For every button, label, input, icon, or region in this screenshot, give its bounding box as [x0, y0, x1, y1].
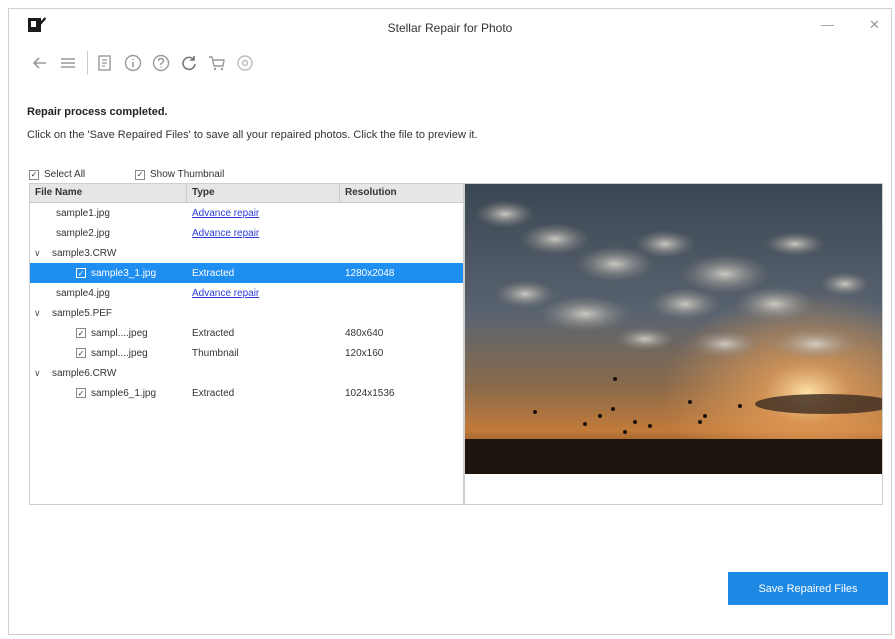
file-name: sampl....jpeg: [91, 327, 148, 339]
back-arrow-icon[interactable]: [27, 50, 53, 76]
info-icon[interactable]: [120, 50, 146, 76]
save-repaired-files-button[interactable]: Save Repaired Files: [728, 572, 888, 605]
advance-repair-link[interactable]: Advance repair: [192, 228, 259, 239]
column-header-file-name[interactable]: File Name: [30, 184, 187, 202]
table-row[interactable]: sample4.jpg Advance repair: [30, 283, 463, 303]
help-icon[interactable]: [148, 50, 174, 76]
advance-repair-link[interactable]: Advance repair: [192, 288, 259, 299]
status-heading: Repair process completed.: [27, 106, 168, 118]
row-checkbox[interactable]: ✓: [76, 328, 86, 338]
file-name: sample5.PEF: [52, 307, 113, 319]
select-all-checkbox[interactable]: ✓ Select All: [29, 169, 85, 180]
show-thumbnail-label: Show Thumbnail: [150, 169, 225, 180]
file-type: Extracted: [192, 327, 235, 339]
app-window: Stellar Repair for Photo — ✕ Repair proc…: [8, 8, 892, 635]
table-row-selected[interactable]: ✓ sample3_1.jpg Extracted 1280x2048: [30, 263, 463, 283]
table-row[interactable]: ✓ sampl....jpeg Thumbnail 120x160: [30, 343, 463, 363]
file-list: File Name Type Resolution sample1.jpg Ad…: [29, 183, 464, 505]
preview-image: [465, 184, 882, 474]
refresh-icon[interactable]: [176, 50, 202, 76]
file-list-header: File Name Type Resolution: [30, 184, 463, 203]
file-name: sample4.jpg: [56, 287, 110, 299]
row-checkbox[interactable]: ✓: [76, 388, 86, 398]
resolution-value: 120x160: [345, 347, 384, 359]
file-type: Extracted: [192, 267, 235, 279]
column-header-type[interactable]: Type: [187, 184, 340, 202]
resolution-value: 1024x1536: [345, 387, 395, 399]
checkbox-icon: ✓: [29, 169, 39, 180]
file-type: Extracted: [192, 387, 235, 399]
file-name: sample1.jpg: [56, 207, 110, 219]
file-type: Thumbnail: [192, 347, 239, 359]
menu-icon[interactable]: [55, 50, 81, 76]
table-row-group[interactable]: ∨ sample6.CRW: [30, 363, 463, 383]
resolution-value: 1280x2048: [345, 267, 395, 279]
toolbar: [27, 49, 260, 77]
settings-icon[interactable]: [232, 50, 258, 76]
row-checkbox[interactable]: ✓: [76, 268, 86, 278]
minimize-button[interactable]: —: [821, 17, 834, 32]
cart-icon[interactable]: [204, 50, 230, 76]
title-bar: Stellar Repair for Photo — ✕: [9, 9, 891, 45]
toolbar-divider: [87, 51, 88, 75]
chevron-down-icon[interactable]: ∨: [34, 308, 46, 319]
column-header-resolution[interactable]: Resolution: [340, 184, 463, 202]
checkbox-icon: ✓: [135, 169, 145, 180]
resolution-value: 480x640: [345, 327, 384, 339]
table-row[interactable]: sample1.jpg Advance repair: [30, 203, 463, 223]
file-name: sample3.CRW: [52, 247, 117, 259]
select-all-label: Select All: [44, 169, 86, 180]
show-thumbnail-checkbox[interactable]: ✓ Show Thumbnail: [135, 169, 224, 180]
advance-repair-link[interactable]: Advance repair: [192, 208, 259, 219]
table-row[interactable]: ✓ sample6_1.jpg Extracted 1024x1536: [30, 383, 463, 403]
chevron-down-icon[interactable]: ∨: [34, 368, 46, 379]
file-name: sampl....jpeg: [91, 347, 148, 359]
file-name: sample6.CRW: [52, 367, 117, 379]
list-icon[interactable]: [92, 50, 118, 76]
instruction-text: Click on the 'Save Repaired Files' to sa…: [27, 129, 478, 141]
file-name: sample3_1.jpg: [91, 267, 157, 279]
close-button[interactable]: ✕: [869, 17, 880, 33]
chevron-down-icon[interactable]: ∨: [34, 248, 46, 259]
window-title: Stellar Repair for Photo: [387, 21, 513, 35]
preview-pane: [464, 183, 883, 505]
table-row-group[interactable]: ∨ sample3.CRW: [30, 243, 463, 263]
table-row[interactable]: sample2.jpg Advance repair: [30, 223, 463, 243]
file-name: sample2.jpg: [56, 227, 110, 239]
row-checkbox[interactable]: ✓: [76, 348, 86, 358]
file-name: sample6_1.jpg: [91, 387, 157, 399]
table-row[interactable]: ✓ sampl....jpeg Extracted 480x640: [30, 323, 463, 343]
table-row-group[interactable]: ∨ sample5.PEF: [30, 303, 463, 323]
